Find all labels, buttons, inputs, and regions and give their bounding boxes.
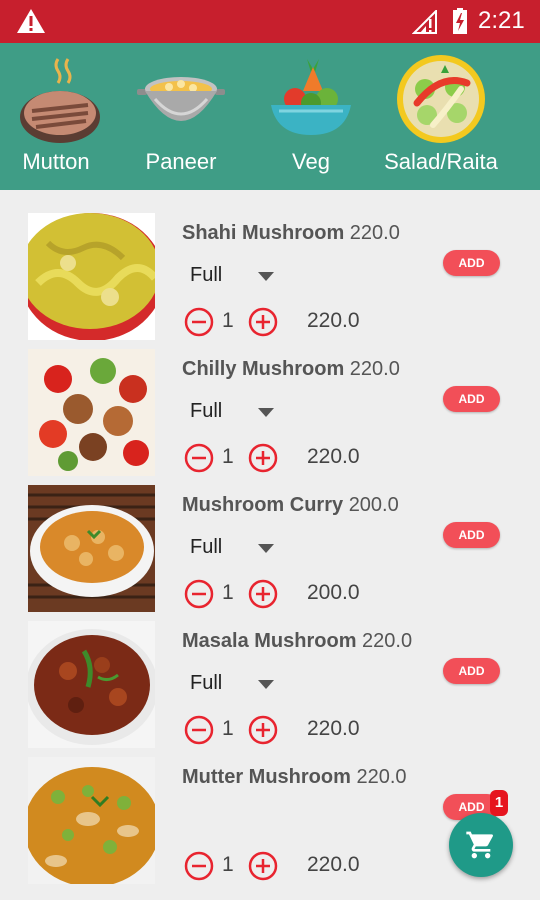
item-title: Masala Mushroom 220.0	[182, 628, 412, 654]
battery-charging-icon	[453, 8, 467, 34]
category-salad-raita[interactable]: Salad/Raita	[375, 43, 507, 190]
dish-image	[28, 757, 155, 884]
quantity-value: 1	[222, 853, 234, 876]
item-name: Masala Mushroom	[182, 630, 357, 652]
item-price: 220.0	[349, 358, 400, 380]
item-name: Mutter Mushroom	[182, 766, 351, 788]
menu-item-masala-mushroom: Masala Mushroom 220.0 Full 1 220.0 ADD	[0, 598, 540, 748]
category-label: Mutton	[22, 149, 90, 174]
item-price: 220.0	[362, 630, 413, 652]
add-button[interactable]: ADD	[443, 250, 500, 276]
item-name: Chilly Mushroom	[182, 358, 345, 380]
add-button[interactable]: ADD	[443, 522, 500, 548]
cart-count-badge: 1	[490, 790, 508, 816]
item-price: 220.0	[356, 766, 407, 788]
veg-bowl-icon	[271, 59, 351, 135]
dropdown-arrow-icon[interactable]	[258, 272, 274, 282]
dish-image	[28, 485, 155, 612]
category-paneer[interactable]: Paneer	[115, 43, 247, 190]
warning-icon	[17, 9, 45, 33]
category-label: Salad/Raita	[384, 149, 498, 174]
dropdown-arrow-icon[interactable]	[258, 408, 274, 418]
dish-image	[28, 213, 155, 340]
increase-quantity-button[interactable]	[248, 851, 278, 881]
category-label: Veg	[292, 149, 330, 174]
add-button[interactable]: ADD	[443, 386, 500, 412]
item-title: Chilly Mushroom 220.0	[182, 356, 400, 382]
dropdown-arrow-icon[interactable]	[258, 544, 274, 554]
signal-icon	[412, 10, 437, 34]
shopping-cart-icon	[466, 831, 494, 859]
status-time: 2:21	[478, 7, 525, 34]
item-name: Shahi Mushroom	[182, 222, 345, 244]
menu-item-shahi-mushroom: Shahi Mushroom 220.0 Full 1 220.0 ADD	[0, 190, 540, 340]
item-title: Mutter Mushroom 220.0	[182, 764, 407, 790]
item-title: Shahi Mushroom 220.0	[182, 220, 400, 246]
category-bar[interactable]: Mutton Paneer Veg Salad/Raita	[0, 43, 540, 190]
category-veg[interactable]: Veg	[245, 43, 377, 190]
status-bar: 2:21	[0, 0, 540, 43]
paneer-bowl-icon	[137, 77, 225, 121]
item-price: 200.0	[348, 494, 399, 516]
dish-image	[28, 349, 155, 476]
item-name: Mushroom Curry	[182, 494, 344, 516]
portion-select[interactable]: Full	[190, 672, 222, 695]
mutton-icon	[20, 58, 100, 143]
portion-select[interactable]: Full	[190, 536, 222, 559]
cart-button[interactable]	[449, 813, 513, 877]
item-title: Mushroom Curry 200.0	[182, 492, 399, 518]
item-price: 220.0	[349, 222, 400, 244]
decrease-quantity-button[interactable]	[184, 851, 214, 881]
category-label: Paneer	[145, 149, 217, 174]
menu-item-mushroom-curry: Mushroom Curry 200.0 Full 1 200.0 ADD	[0, 462, 540, 612]
menu-list[interactable]: Shahi Mushroom 220.0 Full 1 220.0 ADD Ch…	[0, 190, 540, 900]
item-total: 220.0	[307, 853, 360, 876]
dropdown-arrow-icon[interactable]	[258, 680, 274, 690]
portion-select[interactable]: Full	[190, 264, 222, 287]
add-button[interactable]: ADD	[443, 658, 500, 684]
dish-image	[28, 621, 155, 748]
menu-item-chilly-mushroom: Chilly Mushroom 220.0 Full 1 220.0 ADD	[0, 326, 540, 476]
category-mutton[interactable]: Mutton	[0, 43, 122, 190]
portion-select[interactable]: Full	[190, 400, 222, 423]
salad-plate-icon	[397, 55, 485, 143]
